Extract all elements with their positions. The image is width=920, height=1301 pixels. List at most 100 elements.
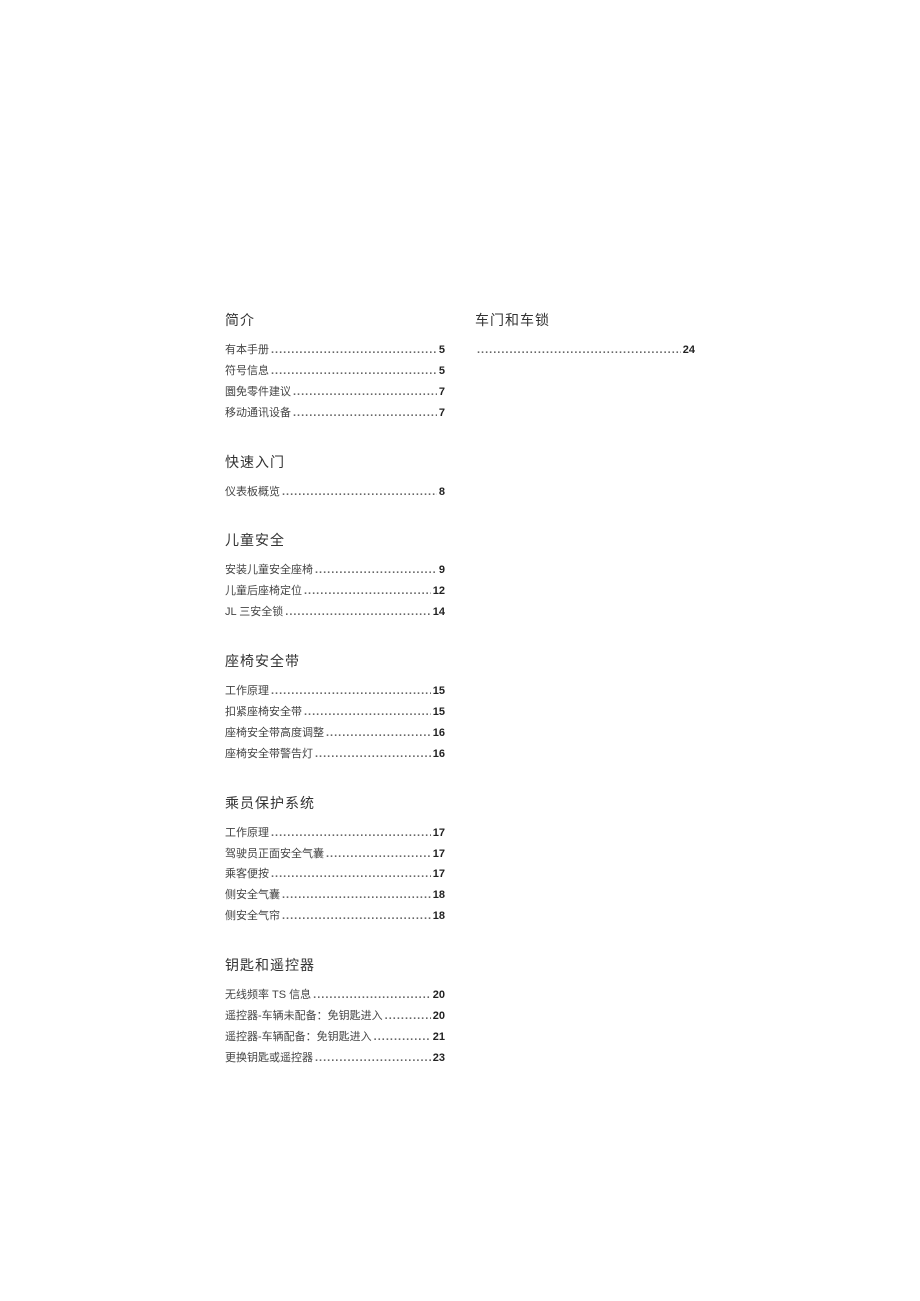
entry-leader-dots [324,723,433,744]
entry-label: 移动通讯设备 [225,403,291,424]
entry-leader-dots [269,681,433,702]
toc-section: 座椅安全带工作原理 15 扣紧座椅安全带 15 座椅安全带高度调整 16 座椅安全带警告灯 1… [225,651,445,765]
toc-section: 快速入门仪表板概览 8 [225,452,445,503]
entry-page-number: 24 [683,340,695,361]
entry-label: 儿童后座椅定位 [225,581,302,602]
toc-entry: JL 三安全锁 14 [225,602,445,623]
entry-page-number: 17 [433,864,445,885]
toc-entry: 座椅安全带警告灯 16 [225,744,445,765]
toc-entry: 移动通讯设备 7 [225,403,445,424]
entry-page-number: 20 [433,1006,445,1027]
section-title: 简介 [225,310,445,330]
toc-entry: 工作原理 17 [225,823,445,844]
entry-page-number: 18 [433,885,445,906]
entry-page-number: 8 [439,482,445,503]
entry-label: 侧安全气囊 [225,885,280,906]
entry-page-number: 15 [433,681,445,702]
entry-leader-dots [383,1006,433,1027]
entry-page-number: 17 [433,844,445,865]
entry-label: 座椅安全带高度调整 [225,723,324,744]
section-title: 儿童安全 [225,530,445,550]
entry-leader-dots [269,340,439,361]
entry-label: 工作原理 [225,681,269,702]
entry-page-number: 5 [439,361,445,382]
toc-entry: 工作原理 15 [225,681,445,702]
entry-label: 扣紧座椅安全带 [225,702,302,723]
entry-label: 座椅安全带警告灯 [225,744,313,765]
toc-page: 简介有本手册 5 符号信息 5 圜免零件建议 7 移动通讯设备 7 快速入门仪表板概览 8 儿童安全… [0,0,920,1301]
entry-page-number: 17 [433,823,445,844]
toc-section: 乘员保护系统工作原理17驾驶员正面安全气囊17乘客便按17侧安全气囊18侧安全气… [225,793,445,927]
entry-label: 符号信息 [225,361,269,382]
entry-leader-dots [283,602,432,623]
entry-page-number: 16 [433,723,445,744]
entry-page-number: 5 [439,340,445,361]
entry-leader-dots [269,864,433,885]
entry-leader-dots [324,844,433,865]
entry-leader-dots [269,361,439,382]
entry-page-number: 12 [433,581,445,602]
entry-page-number: 9 [439,560,445,581]
entry-leader-dots [311,985,433,1006]
toc-entry: 侧安全气囊 18 [225,885,445,906]
entry-label: 侧安全气帘 [225,906,280,927]
toc-entry: 更换钥匙或遥控器 23 [225,1048,445,1069]
toc-section: 钥匙和遥控器无线频率 TS 信息20遥控器-车辆未配备：免钥匙进入20遥控器-车… [225,955,445,1069]
entry-leader-dots [302,702,433,723]
entry-leader-dots [302,581,433,602]
toc-entry: 儿童后座椅定位 12 [225,581,445,602]
entry-label: 有本手册 [225,340,269,361]
section-title: 乘员保护系统 [225,793,445,813]
section-title: 车门和车锁 [475,310,695,330]
section-title: 快速入门 [225,452,445,472]
toc-entry: 侧安全气帘 18 [225,906,445,927]
entry-label: 更换钥匙或遥控器 [225,1048,313,1069]
entry-page-number: 18 [433,906,445,927]
entry-label: 遥控器-车辆未配备：免钥匙进入 [225,1006,383,1027]
right-column: 车门和车锁 24 [475,310,695,1301]
toc-entry: 座椅安全带高度调整 16 [225,723,445,744]
section-title: 座椅安全带 [225,651,445,671]
left-column: 简介有本手册 5 符号信息 5 圜免零件建议 7 移动通讯设备 7 快速入门仪表板概览 8 儿童安全… [225,310,445,1301]
entry-leader-dots [313,744,433,765]
entry-leader-dots [475,340,683,361]
entry-page-number: 20 [433,985,445,1006]
entry-label: 工作原理 [225,823,269,844]
entry-leader-dots [280,906,433,927]
toc-entry: 乘客便按 17 [225,864,445,885]
entry-leader-dots [291,382,439,403]
toc-entry: 遥控器-车辆未配备：免钥匙进入 20 [225,1006,445,1027]
toc-entry: 仪表板概览 8 [225,482,445,503]
toc-entry: 驾驶员正面安全气囊 17 [225,844,445,865]
toc-section: 简介有本手册 5 符号信息 5 圜免零件建议 7 移动通讯设备 7 [225,310,445,424]
entry-label: 驾驶员正面安全气囊 [225,844,324,865]
entry-label: 遥控器-车辆配备：免钥匙进入 [225,1027,372,1048]
entry-page-number: 7 [439,382,445,403]
toc-entry: 24 [475,340,695,361]
toc-entry: 扣紧座椅安全带 15 [225,702,445,723]
entry-page-number: 15 [433,702,445,723]
entry-leader-dots [313,1048,433,1069]
entry-leader-dots [280,482,439,503]
entry-label: 圜免零件建议 [225,382,291,403]
section-title: 钥匙和遥控器 [225,955,445,975]
toc-entry: 有本手册 5 [225,340,445,361]
entry-leader-dots [280,885,433,906]
entry-page-number: 14 [433,602,445,623]
entry-page-number: 7 [439,403,445,424]
toc-section: 车门和车锁 24 [475,310,695,361]
entry-leader-dots [291,403,439,424]
toc-entry: 无线频率 TS 信息 20 [225,985,445,1006]
entry-label: 仪表板概览 [225,482,280,503]
toc-entry: 符号信息 5 [225,361,445,382]
entry-page-number: 23 [433,1048,445,1069]
entry-label: 安装儿童安全座椅 [225,560,313,581]
entry-leader-dots [372,1027,433,1048]
entry-page-number: 16 [433,744,445,765]
toc-entry: 安装儿童安全座椅 9 [225,560,445,581]
entry-leader-dots [313,560,439,581]
entry-label: 乘客便按 [225,864,269,885]
toc-section: 儿童安全安装儿童安全座椅 9 儿童后座椅定位 12 JL 三安全锁 14 [225,530,445,623]
entry-label: 无线频率 TS 信息 [225,985,311,1006]
entry-label: JL 三安全锁 [225,602,283,623]
